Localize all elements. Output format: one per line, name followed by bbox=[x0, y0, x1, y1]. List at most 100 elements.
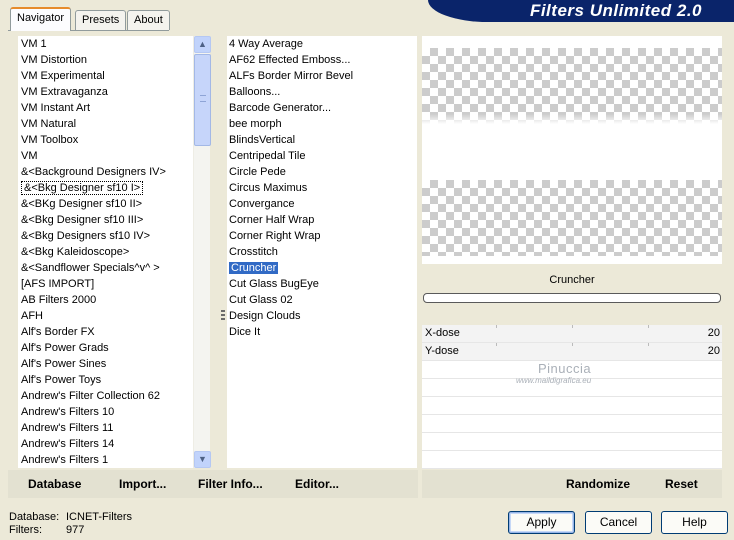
category-item[interactable]: Andrew's Filter Collection 62 bbox=[18, 388, 193, 404]
filter-item[interactable]: Circle Pede bbox=[227, 164, 417, 180]
category-item-label: &<Bkg Designers sf10 IV> bbox=[21, 230, 151, 242]
category-item-label: VM Distortion bbox=[21, 54, 88, 66]
cancel-button[interactable]: Cancel bbox=[585, 511, 652, 534]
filter-item[interactable]: Circus Maximus bbox=[227, 180, 417, 196]
category-item[interactable]: VM Experimental bbox=[18, 68, 193, 84]
filter-item[interactable]: Barcode Generator... bbox=[227, 100, 417, 116]
filter-item-label: Crosstitch bbox=[229, 246, 278, 258]
filter-item[interactable]: BlindsVertical bbox=[227, 132, 417, 148]
filter-item-label: Barcode Generator... bbox=[229, 102, 332, 114]
filter-item-label: BlindsVertical bbox=[229, 134, 296, 146]
param-row-x-dose[interactable]: X-dose 20 bbox=[422, 325, 722, 343]
tab-navigator[interactable]: Navigator bbox=[10, 7, 72, 31]
category-item[interactable]: AB Filters 2000 bbox=[18, 292, 193, 308]
param-row-empty bbox=[422, 433, 722, 451]
category-item-label: Andrew's Filter Collection 62 bbox=[21, 390, 161, 402]
filter-list-grip-icon bbox=[221, 310, 225, 322]
param-row-y-dose[interactable]: Y-dose 20 bbox=[422, 343, 722, 361]
category-item[interactable]: &<Bkg Designers sf10 IV> bbox=[18, 228, 193, 244]
category-item[interactable]: &<Bkg Designer sf10 III> bbox=[18, 212, 193, 228]
app-title-banner: Filters Unlimited 2.0 bbox=[428, 0, 734, 22]
filter-item[interactable]: Corner Half Wrap bbox=[227, 212, 417, 228]
category-item[interactable]: &<Background Designers IV> bbox=[18, 164, 193, 180]
category-item-label: VM bbox=[21, 150, 38, 162]
category-item[interactable]: VM Toolbox bbox=[18, 132, 193, 148]
category-list[interactable]: VM 1 VM Distortion VM Experimental VM Extra… bbox=[18, 36, 193, 468]
filter-list[interactable]: 4 Way Average AF62 Effected Emboss... ALFs… bbox=[227, 36, 417, 468]
param-label: Y-dose bbox=[425, 345, 459, 357]
category-item[interactable]: VM bbox=[18, 148, 193, 164]
category-item-label: Andrew's Filters 10 bbox=[21, 406, 115, 418]
category-item[interactable]: Alf's Power Grads bbox=[18, 340, 193, 356]
filter-item[interactable]: Balloons... bbox=[227, 84, 417, 100]
category-item[interactable]: Alf's Power Sines bbox=[18, 356, 193, 372]
preview-fade bbox=[422, 114, 722, 124]
category-item[interactable]: &<Bkg Designer sf10 I> bbox=[18, 180, 193, 196]
category-item-label: &<Bkg Designer sf10 III> bbox=[21, 214, 144, 226]
scroll-down-arrow-icon[interactable]: ▼ bbox=[194, 451, 211, 468]
editor-button[interactable]: Editor... bbox=[295, 477, 339, 491]
import-button[interactable]: Import... bbox=[119, 477, 166, 491]
category-item[interactable]: VM Instant Art bbox=[18, 100, 193, 116]
category-item[interactable]: &<Sandflower Specials^v^ > bbox=[18, 260, 193, 276]
scroll-thumb[interactable] bbox=[194, 54, 211, 146]
scroll-grip-icon bbox=[200, 95, 206, 102]
tab-presets[interactable]: Presets bbox=[75, 10, 127, 30]
apply-button[interactable]: Apply bbox=[508, 511, 575, 534]
category-item-label: Alf's Power Grads bbox=[21, 342, 109, 354]
category-item[interactable]: [AFS IMPORT] bbox=[18, 276, 193, 292]
category-item-label: Andrew's Filters 11 bbox=[21, 422, 114, 434]
category-item-label: VM Extravaganza bbox=[21, 86, 108, 98]
parameter-table: X-dose 20 Y-dose 20 bbox=[422, 325, 722, 469]
filter-item[interactable]: bee morph bbox=[227, 116, 417, 132]
filter-item-label: Corner Half Wrap bbox=[229, 214, 315, 226]
filter-item[interactable]: Cruncher bbox=[227, 260, 417, 276]
filter-info-button[interactable]: Filter Info... bbox=[198, 477, 263, 491]
category-item-label: VM 1 bbox=[21, 38, 47, 50]
category-item-label: AFH bbox=[21, 310, 43, 322]
category-item[interactable]: Andrew's Filters 14 bbox=[18, 436, 193, 452]
reset-button[interactable]: Reset bbox=[665, 477, 698, 491]
status-database-label: Database: bbox=[9, 511, 60, 523]
category-item[interactable]: VM Distortion bbox=[18, 52, 193, 68]
randomize-button[interactable]: Randomize bbox=[566, 477, 630, 491]
status-area: Database: ICNET-Filters Filters: 977 bbox=[9, 511, 132, 537]
category-item[interactable]: &<Bkg Kaleidoscope> bbox=[18, 244, 193, 260]
filter-item-label: 4 Way Average bbox=[229, 38, 303, 50]
category-item[interactable]: Alf's Border FX bbox=[18, 324, 193, 340]
category-item-label: VM Experimental bbox=[21, 70, 105, 82]
filter-item[interactable]: Dice It bbox=[227, 324, 417, 340]
category-item-label: &<Background Designers IV> bbox=[21, 166, 166, 178]
category-item[interactable]: VM Natural bbox=[18, 116, 193, 132]
scroll-up-arrow-icon[interactable]: ▲ bbox=[194, 36, 211, 53]
parameter-toolbar: Randomize Reset bbox=[422, 470, 722, 498]
filter-item[interactable]: 4 Way Average bbox=[227, 36, 417, 52]
filter-item[interactable]: Crosstitch bbox=[227, 244, 417, 260]
filter-item[interactable]: ALFs Border Mirror Bevel bbox=[227, 68, 417, 84]
watermark-url: www.maildigrafica.eu bbox=[516, 376, 592, 385]
category-scrollbar[interactable]: ▲ ▼ bbox=[193, 36, 211, 468]
category-item[interactable]: Andrew's Filters 11 bbox=[18, 420, 193, 436]
category-item[interactable]: Andrew's Filters 1 bbox=[18, 452, 193, 468]
category-item[interactable]: VM 1 bbox=[18, 36, 193, 52]
filter-item[interactable]: Corner Right Wrap bbox=[227, 228, 417, 244]
category-item[interactable]: Andrew's Filters 10 bbox=[18, 404, 193, 420]
help-button[interactable]: Help bbox=[661, 511, 728, 534]
filter-item[interactable]: Centripedal Tile bbox=[227, 148, 417, 164]
category-item-label: Alf's Power Toys bbox=[21, 374, 102, 386]
category-item[interactable]: VM Extravaganza bbox=[18, 84, 193, 100]
filter-item[interactable]: Cut Glass BugEye bbox=[227, 276, 417, 292]
filter-item-label: Circus Maximus bbox=[229, 182, 308, 194]
database-button[interactable]: Database bbox=[28, 477, 81, 491]
category-item[interactable]: AFH bbox=[18, 308, 193, 324]
current-filter-name: Cruncher bbox=[549, 274, 595, 286]
filter-item[interactable]: Cut Glass 02 bbox=[227, 292, 417, 308]
filter-item[interactable]: Design Clouds bbox=[227, 308, 417, 324]
category-item[interactable]: &<BKg Designer sf10 II> bbox=[18, 196, 193, 212]
filter-item[interactable]: AF62 Effected Emboss... bbox=[227, 52, 417, 68]
category-item[interactable]: Alf's Power Toys bbox=[18, 372, 193, 388]
progress-bar bbox=[423, 293, 721, 303]
filter-item[interactable]: Convergance bbox=[227, 196, 417, 212]
preview-result-image bbox=[422, 180, 722, 256]
tab-about[interactable]: About bbox=[127, 10, 170, 30]
